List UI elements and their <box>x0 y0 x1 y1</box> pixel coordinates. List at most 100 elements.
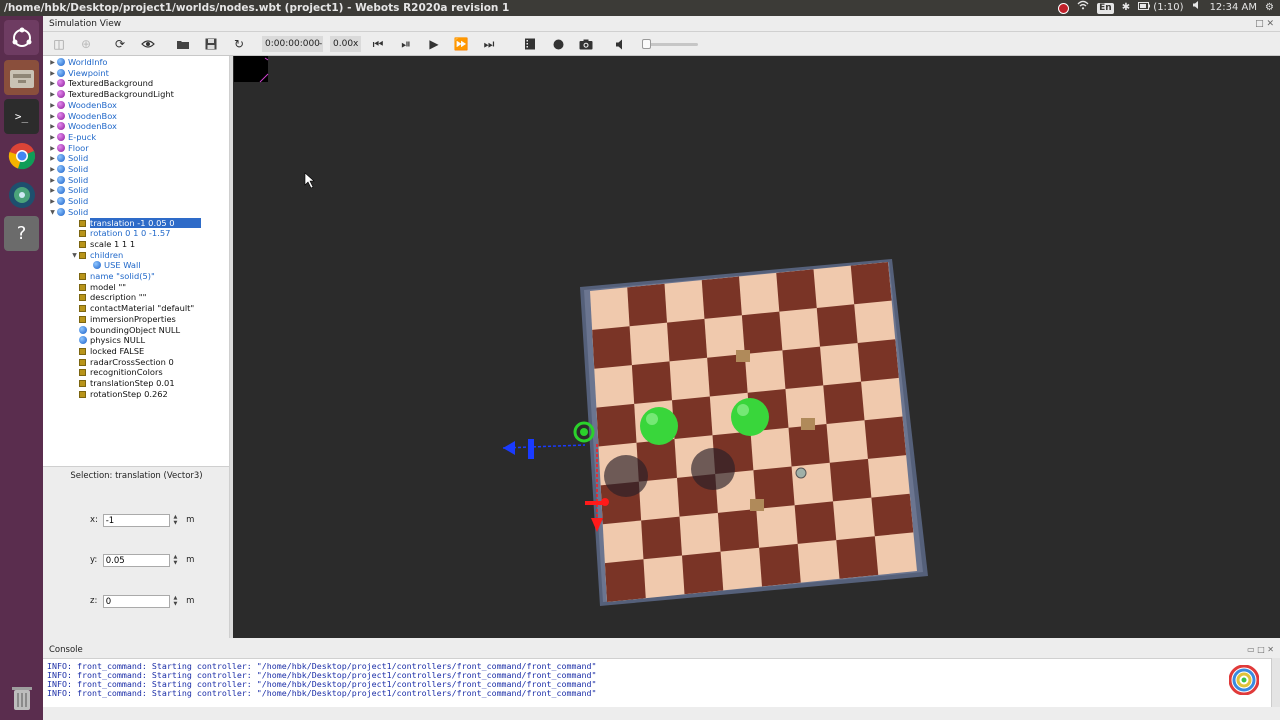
expand-arrow-icon[interactable]: ▶ <box>48 89 57 100</box>
step-icon[interactable]: ⏯ <box>398 36 414 52</box>
record-animation-icon[interactable] <box>550 36 566 52</box>
scene-tree-row[interactable]: contactMaterial "default" <box>70 303 194 314</box>
scene-tree-row[interactable]: ▶ TexturedBackground <box>48 78 153 89</box>
z-input[interactable] <box>102 595 170 608</box>
fastest-icon[interactable]: ⏭ <box>481 36 497 52</box>
add-node-icon[interactable]: ⊕ <box>78 36 94 52</box>
collapse-arrow-icon[interactable]: ▼ <box>48 207 57 218</box>
trash-icon[interactable] <box>4 680 39 715</box>
scene-tree-row[interactable]: physics NULL <box>70 335 145 346</box>
console-scrollbar[interactable] <box>1271 658 1280 707</box>
x-input[interactable] <box>102 514 170 527</box>
base-node-icon <box>57 207 65 216</box>
fast-forward-icon[interactable]: ⏩ <box>453 36 469 52</box>
screenshot-camera-icon[interactable] <box>578 36 594 52</box>
terminal-icon[interactable]: >_ <box>4 99 39 134</box>
scene-tree-label: TexturedBackground <box>68 78 154 89</box>
toggle-scene-tree-icon[interactable]: ◫ <box>51 36 67 52</box>
scene-tree-row[interactable]: ▼ Solid <box>48 207 88 218</box>
scene-tree-row[interactable]: ▶ Viewpoint <box>48 68 109 79</box>
scene-tree-row[interactable]: radarCrossSection 0 <box>70 357 174 368</box>
scene-tree-row[interactable]: immersionProperties <box>70 314 176 325</box>
expand-arrow-icon[interactable]: ▶ <box>48 121 57 132</box>
volume-slider[interactable] <box>644 43 698 46</box>
expand-arrow-icon[interactable]: ▶ <box>48 78 57 89</box>
bluetooth-icon[interactable]: ✱ <box>1122 0 1130 16</box>
x-spinner[interactable]: ▲ ▼ <box>172 514 178 527</box>
scene-tree-row[interactable]: locked FALSE <box>70 346 144 357</box>
proto-node-icon <box>57 111 65 120</box>
floor-tile <box>592 326 632 369</box>
view-eye-icon[interactable] <box>140 36 156 52</box>
expand-arrow-icon[interactable]: ▶ <box>48 143 57 154</box>
scene-tree[interactable]: ▶ WorldInfo ▶ Viewpoint ▶ TexturedBackground ▶… <box>43 56 230 466</box>
expand-arrow-icon[interactable]: ▶ <box>48 196 57 207</box>
scene-tree-row[interactable]: scale 1 1 1 <box>70 239 135 250</box>
console-window-buttons[interactable]: ▭ □ ✕ <box>1247 645 1274 654</box>
3d-view[interactable] <box>233 56 1280 638</box>
keyboard-layout-indicator[interactable]: En <box>1097 2 1114 14</box>
scene-tree-row[interactable]: ▶ WorldInfo <box>48 57 107 68</box>
mute-sound-icon[interactable] <box>613 36 629 52</box>
expand-arrow-icon[interactable]: ▶ <box>48 111 57 122</box>
scene-tree-row[interactable]: ▶ Solid <box>48 153 88 164</box>
scene-tree-row[interactable]: boundingObject NULL <box>70 325 180 336</box>
movie-recording-icon[interactable] <box>522 36 538 52</box>
scene-tree-row[interactable]: translation -1 0.05 0 <box>70 217 201 229</box>
scene-tree-row[interactable]: name "solid(5)" <box>70 271 155 282</box>
volume-icon[interactable] <box>1192 0 1202 16</box>
scene-tree-row[interactable]: rotationStep 0.262 <box>70 389 168 400</box>
expand-arrow-icon[interactable]: ▶ <box>48 68 57 79</box>
expand-arrow-icon[interactable]: ▶ <box>48 100 57 111</box>
settings-gear-icon[interactable]: ⚙ <box>1265 0 1274 16</box>
scene-tree-row[interactable]: ▼ children <box>70 250 123 261</box>
console-output[interactable]: INFO: front_command: Starting controller… <box>43 658 1271 707</box>
scene-tree-row[interactable]: recognitionColors <box>70 367 163 378</box>
files-icon[interactable] <box>4 60 39 95</box>
expand-arrow-icon[interactable]: ▶ <box>48 164 57 175</box>
reset-simulation-icon[interactable]: ⏮ <box>370 36 386 52</box>
scene-tree-row[interactable]: ▶ WoodenBox <box>48 111 117 122</box>
play-icon[interactable]: ▶ <box>426 36 442 52</box>
reset-view-icon[interactable]: ⟳ <box>112 36 128 52</box>
scene-tree-row[interactable]: rotation 0 1 0 -1.57 <box>70 228 170 239</box>
y-input[interactable] <box>102 554 170 567</box>
volume-slider-handle[interactable] <box>642 39 651 49</box>
scene-tree-row[interactable]: model "" <box>70 282 126 293</box>
record-indicator-icon[interactable] <box>1058 2 1070 14</box>
x-axis-handle[interactable] <box>503 441 515 455</box>
expand-arrow-icon[interactable]: ▶ <box>48 57 57 68</box>
chrome-icon[interactable] <box>4 138 39 173</box>
panel-window-buttons[interactable]: □ ✕ <box>1255 16 1274 32</box>
expand-arrow-icon[interactable]: ▶ <box>48 175 57 186</box>
help-icon[interactable]: ? <box>4 216 39 251</box>
z-spinner[interactable]: ▲ ▼ <box>172 595 178 608</box>
expand-arrow-icon[interactable]: ▶ <box>48 132 57 143</box>
y-spinner[interactable]: ▲ ▼ <box>172 554 178 567</box>
wifi-icon[interactable] <box>1077 0 1089 16</box>
save-world-icon[interactable] <box>203 36 219 52</box>
scene-tree-row[interactable]: USE Wall <box>84 260 141 271</box>
scene-tree-row[interactable]: ▶ Solid <box>48 196 88 207</box>
scene-tree-row[interactable]: ▶ Solid <box>48 164 88 175</box>
collapse-arrow-icon[interactable]: ▼ <box>70 250 79 261</box>
expand-arrow-icon[interactable]: ▶ <box>48 185 57 196</box>
scene-tree-row[interactable]: ▶ WoodenBox <box>48 100 117 111</box>
ubuntu-dash-icon[interactable] <box>4 20 39 55</box>
scene-tree-row[interactable]: ▶ Floor <box>48 143 88 154</box>
floor-tile <box>667 318 708 362</box>
scene-tree-label: recognitionColors <box>90 367 163 378</box>
battery-indicator[interactable]: (1:10) <box>1138 0 1184 16</box>
webots-icon[interactable] <box>4 177 39 212</box>
scene-tree-row[interactable]: ▶ WoodenBox <box>48 121 117 132</box>
scene-tree-row[interactable]: ▶ E-puck <box>48 132 96 143</box>
open-world-icon[interactable] <box>175 36 191 52</box>
reload-world-icon[interactable]: ↻ <box>231 36 247 52</box>
scene-tree-row[interactable]: ▶ Solid <box>48 175 88 186</box>
clock[interactable]: 12:34 AM <box>1210 0 1257 16</box>
scene-tree-row[interactable]: translationStep 0.01 <box>70 378 175 389</box>
scene-tree-row[interactable]: description "" <box>70 292 146 303</box>
scene-tree-row[interactable]: ▶ Solid <box>48 185 88 196</box>
scene-tree-row[interactable]: ▶ TexturedBackgroundLight <box>48 89 174 100</box>
expand-arrow-icon[interactable]: ▶ <box>48 153 57 164</box>
